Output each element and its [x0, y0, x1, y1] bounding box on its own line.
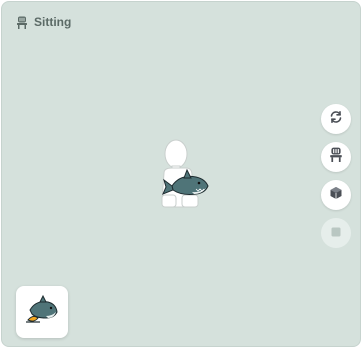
- selected-item-thumbnail[interactable]: [16, 286, 68, 338]
- sit-toggle-button[interactable]: [321, 142, 351, 172]
- shark-item-icon: [24, 292, 60, 333]
- mode-label: Sitting: [34, 15, 72, 29]
- mode-indicator: Sitting: [16, 15, 71, 29]
- rotate-icon: [329, 110, 343, 129]
- avatar-preview-canvas: Sitting: [1, 1, 361, 347]
- avatar-figure: [152, 137, 212, 217]
- chair-icon: [329, 147, 343, 167]
- furniture-button[interactable]: [321, 180, 351, 210]
- stop-button[interactable]: [321, 218, 351, 248]
- rotate-button[interactable]: [321, 104, 351, 134]
- chair-icon: [16, 16, 28, 29]
- cube-icon: [329, 186, 343, 205]
- stop-icon: [331, 224, 341, 242]
